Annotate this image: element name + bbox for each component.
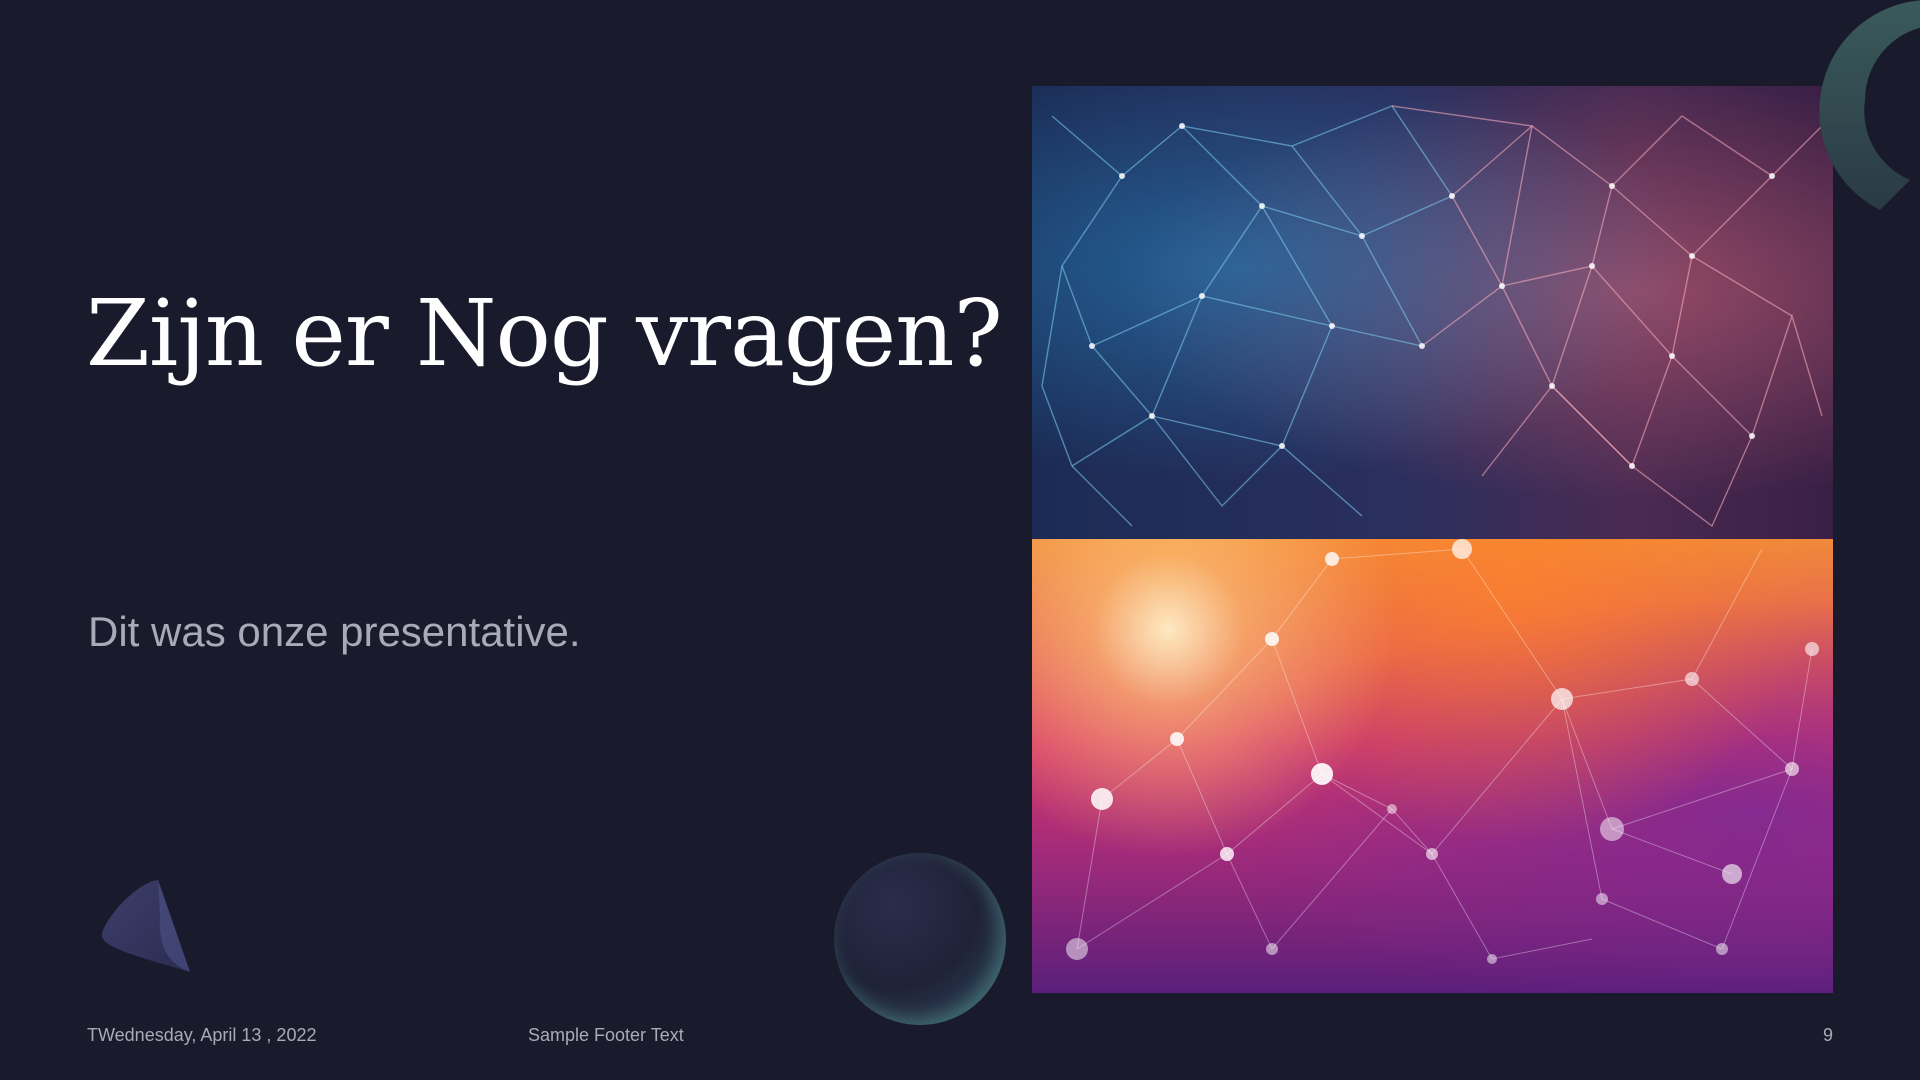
footer-date: TWednesday, April 13 , 2022 xyxy=(87,1025,317,1045)
decorative-sphere xyxy=(834,853,1006,1025)
network-lines-bottom xyxy=(1066,539,1819,964)
slide: Zijn er Nog vragen? Dit was onze present… xyxy=(0,0,1920,1080)
decorative-arc-shape xyxy=(1819,0,1920,210)
network-lines-top xyxy=(1041,105,1823,528)
network-orange-purple-image[interactable] xyxy=(1032,539,1833,993)
slide-title[interactable]: Zijn er Nog vragen? xyxy=(86,280,1003,387)
page-number: 9 xyxy=(1822,1025,1833,1045)
footer-text: Sample Footer Text xyxy=(528,1025,684,1045)
network-blue-pink-image[interactable] xyxy=(1032,86,1833,539)
slide-subtitle[interactable]: Dit was onze presentative. xyxy=(88,608,581,656)
decorative-cone xyxy=(101,880,190,972)
